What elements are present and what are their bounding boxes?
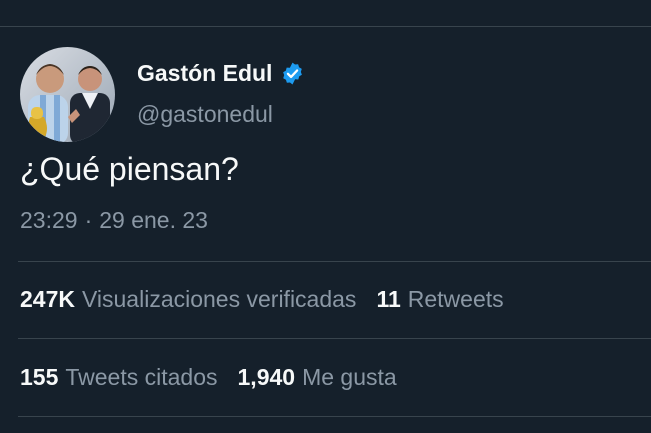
tweet-text: ¿Qué piensan? (20, 151, 239, 187)
retweets-count: 11 (376, 286, 401, 312)
stats-row-views-retweets: 247K Visualizaciones verificadas 11 Retw… (20, 286, 524, 313)
avatar[interactable] (20, 47, 115, 142)
retweets-stat[interactable]: 11 Retweets (376, 286, 503, 313)
quotes-label: Tweets citados (65, 364, 218, 390)
quotes-count: 155 (20, 364, 59, 390)
stats-row-quotes-likes: 155 Tweets citados 1,940 Me gusta (20, 364, 417, 391)
author-display-name[interactable]: Gastón Edul (137, 60, 272, 87)
likes-count: 1,940 (237, 364, 296, 390)
tweet-time[interactable]: 23:29 (20, 207, 78, 234)
views-stat[interactable]: 247K Visualizaciones verificadas (20, 286, 356, 313)
avatar-photo (20, 47, 115, 142)
views-label: Visualizaciones verificadas (81, 286, 357, 312)
likes-stat[interactable]: 1,940 Me gusta (238, 364, 397, 391)
tweet-timestamp: 23:29 · 29 ene. 23 (20, 207, 208, 234)
likes-label: Me gusta (302, 364, 397, 390)
divider-after-stats (18, 416, 651, 417)
author-handle[interactable]: @gastonedul (137, 101, 273, 128)
tweet-date[interactable]: 29 ene. 23 (99, 207, 208, 234)
top-divider (0, 26, 651, 27)
divider-before-stats (18, 261, 651, 262)
views-count: 247K (20, 286, 75, 312)
author-name-row[interactable]: Gastón Edul (137, 60, 305, 87)
retweets-label: Retweets (407, 286, 504, 312)
timestamp-separator: · (84, 207, 93, 233)
divider-between-stats (18, 338, 651, 339)
verified-badge-icon (280, 61, 305, 86)
quotes-stat[interactable]: 155 Tweets citados (20, 364, 218, 391)
tweet-detail: Gastón Edul @gastonedul ¿Qué piensan? 23… (0, 0, 651, 433)
